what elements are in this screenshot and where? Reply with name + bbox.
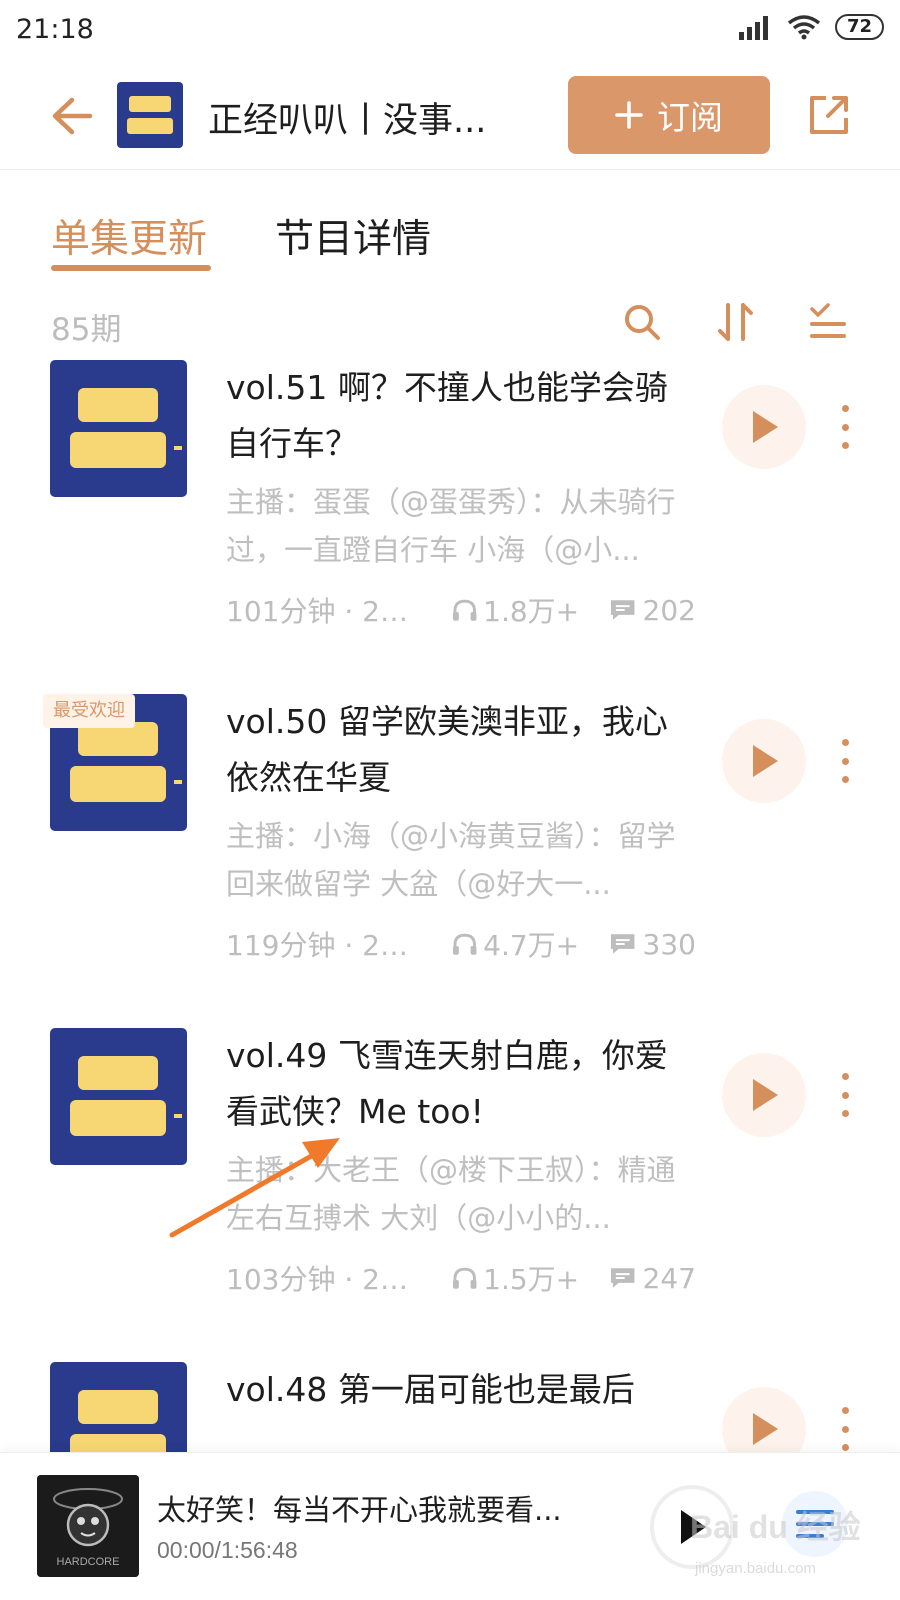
status-bar: 21:18 72 xyxy=(0,0,900,62)
plus-icon xyxy=(615,101,643,129)
comment-icon xyxy=(611,1268,635,1288)
signal-icon xyxy=(738,16,768,40)
share-button[interactable] xyxy=(800,86,858,144)
header: 正经叭叭丨没事... 订阅 xyxy=(0,62,900,170)
player-cover: HARDCORE xyxy=(37,1475,139,1577)
podcast-logo xyxy=(117,82,183,148)
share-icon xyxy=(810,96,848,134)
play-icon xyxy=(753,1413,778,1445)
episode-duration: 103分钟 · 202... xyxy=(226,1263,422,1296)
episode-meta: 119分钟 · 202... 4.7万+ 330 xyxy=(226,924,696,964)
more-dot xyxy=(841,1425,849,1433)
wifi-icon xyxy=(787,15,821,40)
watermark: Bai du 经验 xyxy=(690,1509,861,1545)
back-button[interactable] xyxy=(44,88,100,144)
episode-item[interactable]: 最受欢迎 vol.50 留学欧美澳非亚，我心依然在华夏 主播：小海（@小海黄豆酱… xyxy=(0,694,900,1034)
more-dot xyxy=(841,405,849,412)
comment-icon xyxy=(611,934,635,954)
search-button[interactable] xyxy=(620,300,664,344)
episode-comments: 202 xyxy=(642,593,696,627)
battery-indicator: 72 xyxy=(834,14,884,40)
more-dot xyxy=(841,757,849,765)
episode-description: 主播：小海（@小海黄豆酱）：留学回来做留学 大盆（@好大一... xyxy=(226,819,676,901)
status-time: 21:18 xyxy=(16,14,94,45)
play-icon xyxy=(753,1079,778,1111)
episode-item[interactable]: vol.48 第一届可能也是最后 xyxy=(0,1362,900,1452)
episode-title: vol.48 第一届可能也是最后 xyxy=(226,1370,635,1409)
headphones-icon xyxy=(452,933,477,955)
episode-meta: 101分钟 · 202... 1.8万+ 202 xyxy=(226,590,696,630)
more-dot xyxy=(841,1091,849,1099)
subscribe-button[interactable]: 订阅 xyxy=(568,76,770,154)
player-title: 太好笑！每当不开心我就要看... xyxy=(157,1493,562,1527)
more-options-button[interactable] xyxy=(834,1073,856,1117)
episode-description: 主播：蛋蛋（@蛋蛋秀）：从未骑行过，一直蹬自行车 小海（@小... xyxy=(226,485,676,567)
play-button[interactable] xyxy=(722,1053,806,1137)
episode-duration: 101分钟 · 202... xyxy=(226,595,422,628)
player-time: 00:00/1:56:48 xyxy=(157,1537,298,1563)
more-dot xyxy=(841,1073,849,1080)
more-dot xyxy=(841,1444,849,1451)
subscribe-label: 订阅 xyxy=(657,98,723,137)
more-dot xyxy=(841,442,849,449)
play-icon xyxy=(753,745,778,777)
more-dot xyxy=(841,1407,849,1414)
play-button[interactable] xyxy=(722,719,806,803)
episode-cover xyxy=(50,360,187,497)
more-dot xyxy=(841,1110,849,1117)
sort-button[interactable] xyxy=(714,300,758,344)
play-button[interactable] xyxy=(722,385,806,469)
episode-item[interactable]: vol.51 啊？不撞人也能学会骑自行车？ 主播：蛋蛋（@蛋蛋秀）：从未骑行过，… xyxy=(0,360,900,700)
episode-description: 主播：大老王（@楼下王叔）：精通左右互搏术 大刘（@小小的... xyxy=(226,1153,676,1235)
episode-plays: 4.7万+ xyxy=(483,929,580,962)
search-icon xyxy=(625,305,660,340)
header-title: 正经叭叭丨没事... xyxy=(208,101,487,141)
headphones-icon xyxy=(452,1267,477,1289)
episode-title: vol.50 留学欧美澳非亚，我心依然在华夏 xyxy=(226,702,668,797)
episode-count: 85期 xyxy=(51,312,122,348)
episode-duration: 119分钟 · 202... xyxy=(226,929,422,962)
more-options-button[interactable] xyxy=(834,405,856,449)
more-dot xyxy=(841,423,849,431)
popular-badge: 最受欢迎 xyxy=(43,694,135,728)
tab-details[interactable]: 节目详情 xyxy=(275,208,431,264)
more-options-button[interactable] xyxy=(834,739,856,783)
status-icons: 72 xyxy=(738,14,884,40)
comment-icon xyxy=(611,600,635,620)
episode-plays: 1.5万+ xyxy=(483,1263,580,1296)
episode-item[interactable]: vol.49 飞雪连天射白鹿，你爱看武侠？Me too! 主播：大老王（@楼下王… xyxy=(0,1028,900,1368)
play-icon xyxy=(753,411,778,443)
episode-comments: 330 xyxy=(642,927,696,961)
episode-cover xyxy=(50,1362,187,1452)
episode-meta: 103分钟 · 202... 1.5万+ 247 xyxy=(226,1258,696,1298)
more-dot xyxy=(841,739,849,746)
episode-comments: 247 xyxy=(642,1261,696,1295)
headphones-icon xyxy=(452,599,477,621)
checklist-icon xyxy=(810,303,846,338)
episode-cover xyxy=(50,1028,187,1165)
watermark-url: jingyan.baidu.com xyxy=(695,1560,816,1577)
more-dot xyxy=(841,776,849,783)
play-button[interactable] xyxy=(722,1387,806,1452)
episode-title: vol.49 飞雪连天射白鹿，你爱看武侠？Me too! xyxy=(226,1036,668,1131)
back-arrow-icon xyxy=(52,97,93,135)
tab-episodes[interactable]: 单集更新 xyxy=(51,208,207,264)
more-options-button[interactable] xyxy=(834,1407,856,1451)
player-cover-text: HARDCORE xyxy=(57,1556,120,1568)
batch-select-button[interactable] xyxy=(806,300,850,344)
episode-title: vol.51 啊？不撞人也能学会骑自行车？ xyxy=(226,368,668,463)
sort-icon xyxy=(718,303,753,341)
tab-active-indicator xyxy=(51,265,211,271)
episode-plays: 1.8万+ xyxy=(483,595,580,628)
